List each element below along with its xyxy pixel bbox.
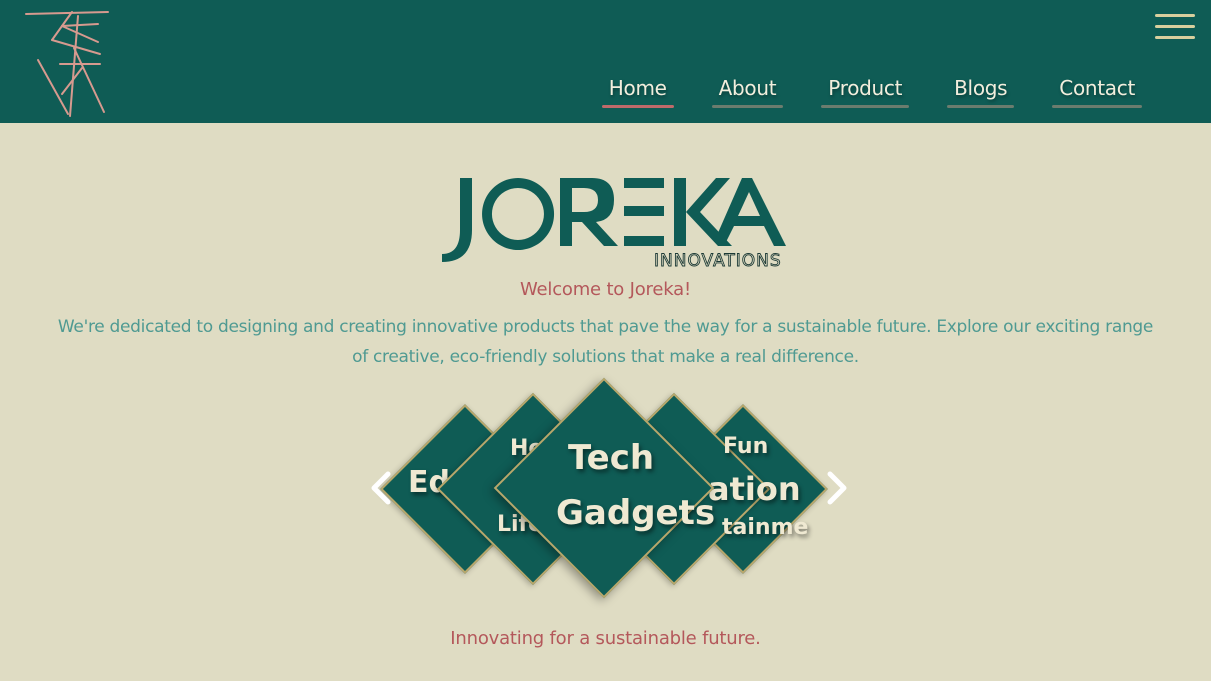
welcome-heading: Welcome to Joreka! [519,279,691,300]
chevron-left-icon[interactable] [366,468,396,508]
nav-about-link[interactable]: About [710,76,786,108]
category-carousel: Edu Ho Lifes ation Fun tainme Tech Gadge… [360,370,860,610]
nav-product-link[interactable]: Product [819,76,911,108]
carousel-card-gadgets-label: Gadgets [556,493,716,533]
brand-subtitle: INNOVATIONS [654,251,782,270]
hamburger-menu-icon[interactable] [1155,14,1195,44]
nav-blogs-link[interactable]: Blogs [945,76,1016,108]
nav-home-link[interactable]: Home [600,76,676,108]
site-header: Home About Product Blogs Contact [0,0,1211,123]
intro-paragraph: We're dedicated to designing and creatin… [57,317,1154,367]
footer-tagline: Innovating for a sustainable future. [450,628,761,649]
joreka-wordmark-logo: INNOVATIONS [442,178,786,270]
carousel-card-fun-label: Fun [723,434,769,459]
chevron-right-icon[interactable] [822,468,852,508]
nav-contact-link[interactable]: Contact [1050,76,1144,108]
carousel-card-tech-label: Tech [568,438,655,478]
carousel-card-entertainment-label: tainme [722,515,809,540]
carousel-card-innovation-label: ation [708,470,801,508]
joreka-monogram-logo[interactable] [22,8,114,118]
main-nav: Home About Product Blogs Contact [583,76,1161,108]
